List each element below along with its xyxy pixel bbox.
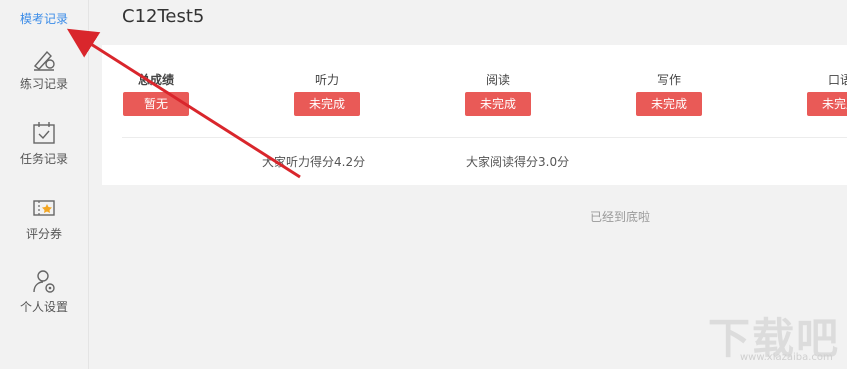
sidebar-item-label: 模考记录 <box>19 12 68 26</box>
sidebar-item-exam-record[interactable]: 模考记录 <box>0 10 88 27</box>
score-label: 总成绩 <box>137 73 174 87</box>
score-card: 总成绩 暂无 听力 未完成 阅读 未完成 写作 未完成 口语 未完成 大家听力得… <box>102 45 847 185</box>
sidebar-item-task-record[interactable]: 任务记录 <box>0 120 88 167</box>
score-listening: 听力 未完成 <box>287 71 367 116</box>
user-settings-icon <box>33 270 55 293</box>
score-total: 总成绩 暂无 <box>116 71 196 116</box>
score-speaking: 口语 未完成 <box>800 71 847 116</box>
score-label: 听力 <box>314 73 339 87</box>
sidebar-item-label: 个人设置 <box>19 300 68 314</box>
score-writing: 写作 未完成 <box>629 71 709 116</box>
status-badge[interactable]: 未完成 <box>636 92 702 116</box>
sidebar-item-rating-ticket[interactable]: 评分券 <box>0 195 88 242</box>
score-label: 口语 <box>827 73 847 87</box>
sidebar: 模考记录 练习记录 任务记录 评分券 个人设置 <box>0 0 89 369</box>
score-label: 写作 <box>656 73 681 87</box>
ticket-icon <box>33 200 55 216</box>
pencil-ruler-icon <box>33 50 55 71</box>
sidebar-item-label: 练习记录 <box>19 77 68 91</box>
status-badge[interactable]: 未完成 <box>465 92 531 116</box>
status-badge: 暂无 <box>123 92 189 116</box>
calendar-check-icon <box>33 122 55 144</box>
end-of-list-note: 已经到底啦 <box>590 210 651 224</box>
listening-detail: 大家听力得分4.2分 <box>262 155 366 169</box>
score-label: 阅读 <box>485 73 510 87</box>
page-title: C12Test5 <box>122 6 205 27</box>
sidebar-item-label: 评分券 <box>25 227 62 241</box>
sidebar-item-label: 任务记录 <box>19 152 68 166</box>
watermark-url: www.xiazaiba.com <box>740 352 833 363</box>
reading-detail: 大家阅读得分3.0分 <box>466 155 570 169</box>
divider <box>122 137 847 138</box>
sidebar-item-practice-record[interactable]: 练习记录 <box>0 45 88 92</box>
status-badge[interactable]: 未完成 <box>807 92 847 116</box>
sidebar-item-personal-settings[interactable]: 个人设置 <box>0 268 88 315</box>
score-reading: 阅读 未完成 <box>458 71 538 116</box>
status-badge[interactable]: 未完成 <box>294 92 360 116</box>
